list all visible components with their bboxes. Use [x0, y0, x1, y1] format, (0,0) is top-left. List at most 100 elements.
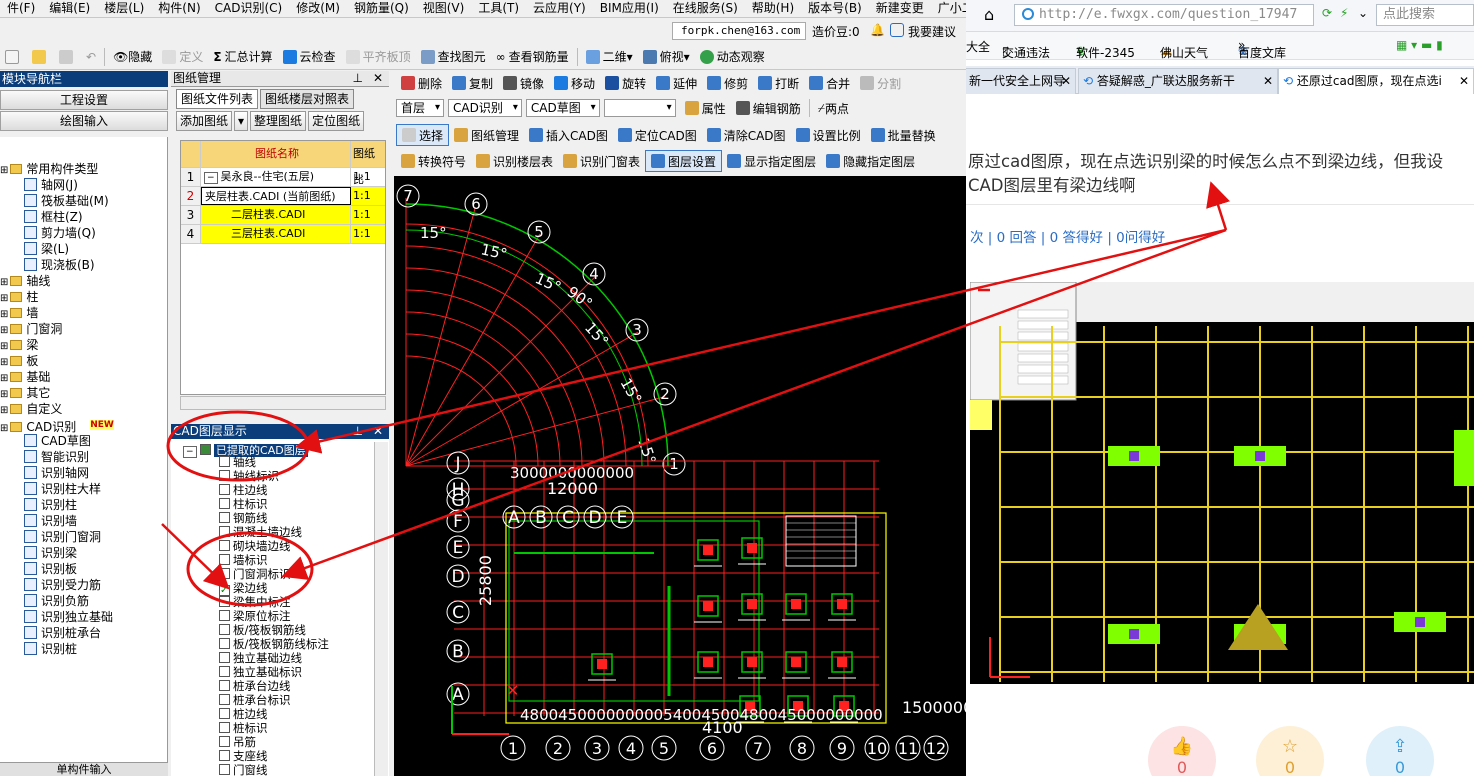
layer-checkbox[interactable]: [219, 470, 230, 481]
tree-item[interactable]: 梁(L): [24, 241, 69, 257]
account-combo[interactable]: forpk.chen@163.com: [672, 22, 806, 40]
cad-tool-button[interactable]: 镜像: [498, 72, 549, 94]
close-icon[interactable]: ✕: [1263, 69, 1273, 93]
tree-item[interactable]: 识别负筋: [24, 593, 89, 609]
layer-item[interactable]: 桩标识: [219, 721, 268, 735]
tree-item[interactable]: 识别柱: [24, 497, 77, 513]
layer-checkbox[interactable]: [219, 512, 230, 523]
floor-combo[interactable]: 首层: [396, 99, 445, 117]
expand-icon[interactable]: ⊞: [0, 293, 8, 304]
menu-version[interactable]: 版本号(B): [801, 0, 869, 17]
organize-drawing-button[interactable]: 整理图纸: [250, 111, 307, 131]
layer-item[interactable]: 支座线: [219, 749, 268, 763]
property-button[interactable]: 属性: [680, 97, 731, 119]
project-settings-button[interactable]: 工程设置: [0, 90, 168, 110]
layer-checkbox[interactable]: [219, 610, 230, 621]
layer-item[interactable]: ✓ 梁边线: [219, 581, 268, 596]
tab-safe-nav[interactable]: 新一代安全上网导 ✕: [966, 68, 1076, 94]
layer-item[interactable]: 桩承台边线: [219, 679, 291, 693]
cad-tool-button[interactable]: 清除CAD图: [702, 124, 791, 146]
horizontal-scrollbar[interactable]: [180, 396, 386, 410]
pin-icon[interactable]: ⊥: [353, 424, 363, 439]
two-points-button[interactable]: ⌿ 两点: [813, 97, 854, 119]
edit-rebar-button[interactable]: 编辑钢筋: [731, 97, 806, 119]
layer-checkbox[interactable]: [219, 736, 230, 747]
layer-item[interactable]: 板/筏板钢筋线: [219, 623, 306, 637]
menu-component[interactable]: 构件(N): [151, 0, 207, 17]
layer-checkbox[interactable]: [219, 526, 230, 537]
dynamic-view-button[interactable]: 动态观察: [695, 46, 770, 68]
layer-item[interactable]: 混凝土墙边线: [219, 525, 302, 539]
tree-item[interactable]: ⊞ 常用构件类型: [0, 161, 98, 177]
bookmark-wenku[interactable]: ❀ 百度文库 »: [1238, 38, 1286, 60]
tree-item[interactable]: 轴网(J): [24, 177, 78, 193]
layer-checkbox[interactable]: [219, 680, 230, 691]
menu-floor[interactable]: 楼层(L): [97, 0, 151, 17]
tree-item[interactable]: ⊞ 轴线: [0, 273, 50, 289]
layer-item[interactable]: 柱标识: [219, 497, 268, 511]
layer-item[interactable]: 砌块墙边线: [219, 539, 291, 553]
tree-item[interactable]: ⊞ 梁: [0, 337, 38, 353]
tree-item[interactable]: 剪力墙(Q): [24, 225, 96, 241]
menu-bim[interactable]: BIM应用(I): [593, 0, 666, 17]
save-icon[interactable]: [54, 46, 81, 68]
layer-item[interactable]: 门窗线: [219, 763, 268, 776]
menu-cloud[interactable]: 云应用(Y): [526, 0, 593, 17]
table-row[interactable]: 3 二层柱表.CADI 1:1: [181, 206, 385, 225]
tree-item[interactable]: ⊞ 门窗洞: [0, 321, 62, 337]
cad-tool-button[interactable]: 插入CAD图: [524, 124, 613, 146]
share-button[interactable]: ⇪ 0: [1366, 726, 1434, 776]
define-button[interactable]: 定义: [157, 46, 208, 68]
collapse-icon[interactable]: −: [183, 446, 197, 458]
apps-icon[interactable]: ▦ ▾ ▬ ▮: [1396, 38, 1443, 52]
layer-checkbox[interactable]: [219, 568, 230, 579]
pin-icon[interactable]: ⊥: [353, 71, 363, 86]
cad-tool-button[interactable]: 隐藏指定图层: [821, 150, 920, 172]
cad-tool-button[interactable]: 合并: [804, 72, 855, 94]
undo-icon[interactable]: ↶: [81, 46, 101, 68]
cad-tool-button[interactable]: 识别门窗表: [558, 150, 645, 172]
tree-item[interactable]: 识别独立基础: [24, 609, 113, 625]
layer-checkbox[interactable]: [219, 456, 230, 467]
tree-item[interactable]: 识别桩承台: [24, 625, 101, 641]
tab-qa[interactable]: ⟲ 答疑解惑_广联达服务新干 ✕: [1078, 68, 1278, 94]
home-icon[interactable]: ⌂: [984, 5, 994, 24]
tab-drawing-floor-map[interactable]: 图纸楼层对照表: [260, 89, 355, 109]
table-row[interactable]: 4 三层柱表.CADI 1:1: [181, 225, 385, 244]
root-checkbox[interactable]: [200, 444, 212, 455]
layer-item[interactable]: 独立基础标识: [219, 665, 302, 679]
add-drawing-dropdown[interactable]: ▾: [234, 111, 249, 131]
expand-icon[interactable]: ⊞: [0, 389, 8, 400]
cad-tool-button[interactable]: 设置比例: [791, 124, 866, 146]
cad-tool-button[interactable]: 分割: [855, 72, 906, 94]
layer-item[interactable]: 门窗洞标识: [219, 567, 291, 581]
refresh-icon[interactable]: ⟳: [1322, 6, 1332, 20]
sum-calc-button[interactable]: Σ 汇总计算: [208, 46, 277, 68]
drawing-input-button[interactable]: 绘图输入: [0, 111, 168, 131]
cad-tool-button[interactable]: 图纸管理: [449, 124, 524, 146]
cad-tool-button[interactable]: 图层设置: [645, 150, 723, 172]
layer-item[interactable]: 吊筋: [219, 735, 256, 749]
layer-checkbox[interactable]: [219, 638, 230, 649]
cad-tool-button[interactable]: 识别楼层表: [471, 150, 558, 172]
layer-checkbox[interactable]: [219, 722, 230, 733]
layer-checkbox[interactable]: [219, 708, 230, 719]
expand-icon[interactable]: ⊞: [0, 325, 8, 336]
tab-drawing-file-list[interactable]: 图纸文件列表: [176, 89, 259, 109]
tree-item[interactable]: ⊞ 自定义: [0, 401, 62, 417]
menu-online[interactable]: 在线服务(S): [666, 0, 745, 17]
tree-item[interactable]: 识别墙: [24, 513, 77, 529]
cad-tool-button[interactable]: 批量替换: [866, 124, 941, 146]
menu-modify[interactable]: 修改(M): [289, 0, 347, 17]
like-button[interactable]: 👍 0: [1148, 726, 1216, 776]
module-combo[interactable]: CAD识别: [448, 99, 522, 117]
tree-item[interactable]: 识别板: [24, 561, 77, 577]
search-input[interactable]: 点此搜索: [1376, 4, 1474, 26]
tree-item[interactable]: 智能识别: [24, 449, 89, 465]
layer-item[interactable]: 钢筋线: [219, 511, 268, 525]
layer-item[interactable]: 桩边线: [219, 707, 268, 721]
cad-tool-button[interactable]: 移动: [549, 72, 600, 94]
layer-checkbox[interactable]: [219, 666, 230, 677]
cad-tool-button[interactable]: 定位CAD图: [613, 124, 702, 146]
tree-item[interactable]: ⊞ 基础: [0, 369, 50, 385]
